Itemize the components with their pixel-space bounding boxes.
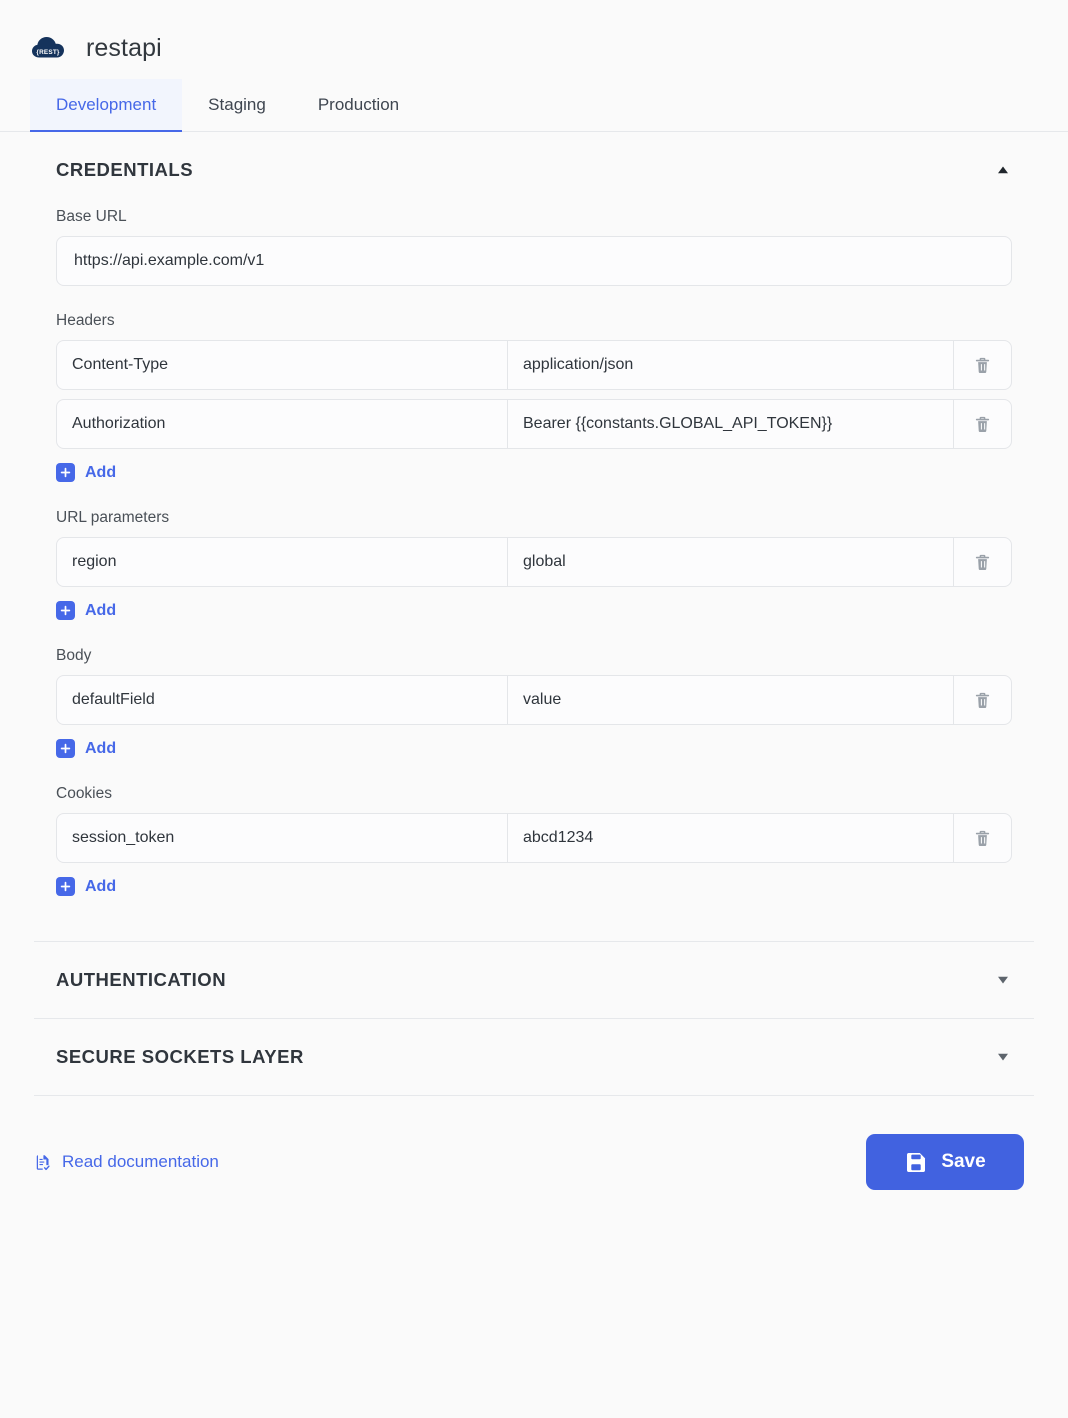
plus-icon	[56, 877, 75, 896]
header-key-input[interactable]	[57, 341, 508, 389]
caret-down-icon[interactable]	[994, 1048, 1012, 1066]
base-url-input[interactable]	[56, 236, 1012, 286]
delete-row-button[interactable]	[954, 341, 1011, 389]
section-ssl-header[interactable]: SECURE SOCKETS LAYER	[34, 1019, 1034, 1095]
url-parameter-value-input[interactable]	[508, 538, 954, 586]
read-documentation-label: Read documentation	[62, 1152, 219, 1171]
url-parameters-label: URL parameters	[56, 509, 170, 526]
caret-up-icon[interactable]	[994, 161, 1012, 179]
section-ssl-title: SECURE SOCKETS LAYER	[56, 1046, 304, 1067]
header-key-input[interactable]	[57, 400, 508, 448]
section-secure-sockets-layer: SECURE SOCKETS LAYER	[34, 1019, 1034, 1096]
save-button-label: Save	[941, 1151, 986, 1172]
floppy-disk-save-icon	[904, 1150, 928, 1174]
url-parameter-key-input[interactable]	[57, 538, 508, 586]
url-parameters-table	[56, 537, 1012, 587]
page-title: restapi	[86, 33, 162, 62]
body-label: Body	[56, 647, 92, 664]
plus-icon	[56, 601, 75, 620]
rest-cloud-logo-icon: {REST}	[28, 28, 68, 68]
section-authentication: AUTHENTICATION	[34, 942, 1034, 1019]
field-cookies: Cookies Add	[56, 785, 1012, 897]
header-value-input[interactable]	[508, 341, 954, 389]
section-authentication-title: AUTHENTICATION	[56, 969, 227, 990]
app-header: {REST} restapi	[0, 0, 1068, 72]
table-row	[56, 340, 1012, 390]
environment-tabbar: Development Staging Production	[0, 72, 1068, 132]
add-header-label: Add	[85, 463, 117, 481]
cookies-table	[56, 813, 1012, 863]
table-row	[56, 813, 1012, 863]
cookie-key-input[interactable]	[57, 814, 508, 862]
save-button[interactable]: Save	[866, 1134, 1024, 1190]
read-documentation-link[interactable]: Read documentation	[34, 1152, 219, 1172]
section-credentials-title: CREDENTIALS	[56, 159, 194, 180]
settings-content: CREDENTIALS Base URL Headers	[0, 132, 1068, 1096]
tab-development[interactable]: Development	[30, 79, 183, 132]
add-cookie-label: Add	[85, 877, 117, 895]
field-url-parameters: URL parameters region global Add	[56, 509, 1012, 621]
table-row	[56, 399, 1012, 449]
base-url-label: Base URL	[56, 208, 127, 225]
add-cookie-button[interactable]: Add	[56, 877, 116, 896]
section-authentication-header[interactable]: AUTHENTICATION	[34, 942, 1034, 1018]
delete-row-button[interactable]	[954, 676, 1011, 724]
section-credentials-header[interactable]: CREDENTIALS	[34, 132, 1034, 208]
cookies-label: Cookies	[56, 785, 112, 802]
headers-table	[56, 340, 1012, 449]
delete-row-button[interactable]	[954, 400, 1011, 448]
document-check-icon	[34, 1153, 53, 1172]
field-headers: Headers Content-Type application/json Au…	[56, 312, 1012, 483]
body-key-input[interactable]	[57, 676, 508, 724]
app-root: {REST} restapi Development Staging Produ…	[0, 0, 1068, 1418]
add-body-field-label: Add	[85, 739, 117, 757]
body-value-input[interactable]	[508, 676, 954, 724]
body-table	[56, 675, 1012, 725]
delete-row-button[interactable]	[954, 814, 1011, 862]
cookie-value-input[interactable]	[508, 814, 954, 862]
tab-production[interactable]: Production	[292, 79, 425, 131]
delete-row-button[interactable]	[954, 538, 1011, 586]
headers-label: Headers	[56, 312, 115, 329]
plus-icon	[56, 463, 75, 482]
section-credentials-body: Base URL Headers	[34, 208, 1034, 941]
tab-staging[interactable]: Staging	[182, 79, 292, 131]
field-base-url: Base URL	[56, 208, 1012, 286]
caret-down-icon[interactable]	[994, 971, 1012, 989]
field-body: Body Add	[56, 647, 1012, 759]
svg-text:{REST}: {REST}	[36, 49, 60, 56]
add-body-field-button[interactable]: Add	[56, 739, 116, 758]
header-value-input[interactable]	[508, 400, 954, 448]
add-url-parameter-button[interactable]: Add	[56, 601, 116, 620]
section-credentials: CREDENTIALS Base URL Headers	[34, 132, 1034, 942]
add-header-button[interactable]: Add	[56, 463, 116, 482]
footer-bar: Read documentation Save	[0, 1096, 1068, 1190]
add-url-parameter-label: Add	[85, 601, 117, 619]
plus-icon	[56, 739, 75, 758]
table-row	[56, 537, 1012, 587]
table-row	[56, 675, 1012, 725]
